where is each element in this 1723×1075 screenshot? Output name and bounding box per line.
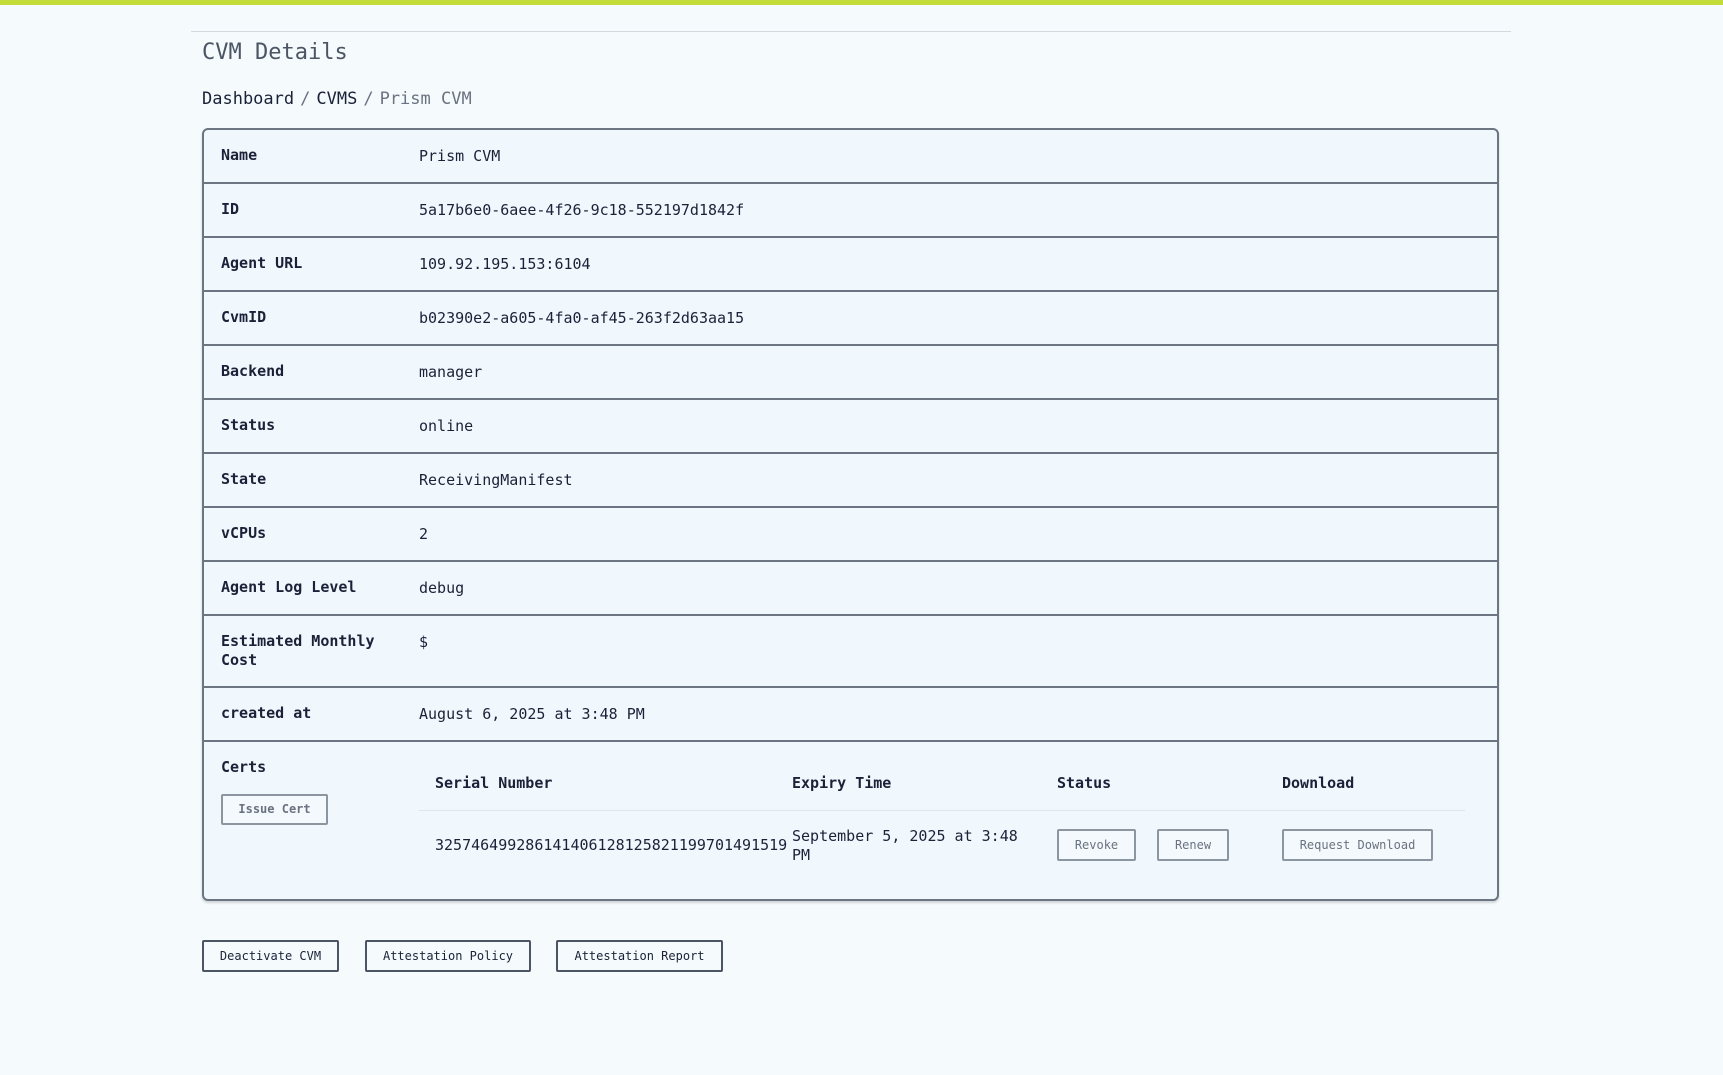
detail-label: Estimated Monthly Cost (221, 632, 375, 669)
detail-row-state: State ReceivingManifest (204, 452, 1497, 506)
detail-row-agent-url: Agent URL 109.92.195.153:6104 (204, 236, 1497, 290)
cert-expiry: September 5, 2025 at 3:48 PM (792, 827, 1018, 864)
column-header-serial: Serial Number (435, 774, 553, 792)
detail-label: created at (221, 704, 312, 722)
header-divider (191, 31, 1511, 32)
detail-value: online (419, 417, 474, 435)
detail-label: CvmID (221, 308, 267, 326)
detail-label: Name (221, 146, 258, 164)
detail-row-name: Name Prism CVM (204, 130, 1497, 182)
column-header-expiry: Expiry Time (792, 774, 892, 792)
detail-label: Status (221, 416, 276, 434)
revoke-button[interactable]: Revoke (1057, 829, 1136, 861)
detail-value: August 6, 2025 at 3:48 PM (419, 705, 645, 723)
issue-cert-button[interactable]: Issue Cert (221, 794, 328, 825)
detail-value: $ (419, 633, 429, 651)
cvm-details-card: Name Prism CVM ID 5a17b6e0-6aee-4f26-9c1… (202, 128, 1499, 901)
certs-table-header: Serial Number Expiry Time Status Downloa… (419, 774, 1465, 811)
certs-table: Serial Number Expiry Time Status Downloa… (419, 742, 1497, 899)
detail-value: manager (419, 363, 483, 381)
breadcrumb: Dashboard / CVMS / Prism CVM (202, 89, 472, 109)
cert-serial: 325746499286141406128125821199701491519 (435, 836, 788, 854)
detail-row-agent-log-level: Agent Log Level debug (204, 560, 1497, 614)
detail-value: ReceivingManifest (419, 471, 573, 489)
attestation-policy-button[interactable]: Attestation Policy (365, 940, 531, 972)
certs-label: Certs (221, 758, 267, 776)
detail-value: Prism CVM (419, 147, 501, 165)
column-header-status: Status (1057, 774, 1112, 792)
breadcrumb-dashboard-link[interactable]: Dashboard (202, 89, 294, 109)
page-title: CVM Details (202, 40, 348, 65)
detail-label: Backend (221, 362, 285, 380)
breadcrumb-current: Prism CVM (379, 89, 472, 109)
detail-value: 109.92.195.153:6104 (419, 255, 591, 273)
request-download-button[interactable]: Request Download (1282, 829, 1433, 861)
detail-label: State (221, 470, 267, 488)
renew-button[interactable]: Renew (1157, 829, 1229, 861)
detail-label: vCPUs (221, 524, 267, 542)
breadcrumb-separator: / (300, 89, 311, 109)
attestation-report-button[interactable]: Attestation Report (556, 940, 723, 972)
detail-value: 2 (419, 525, 429, 543)
top-accent-bar (0, 0, 1723, 5)
detail-row-status: Status online (204, 398, 1497, 452)
detail-label: Agent Log Level (221, 578, 357, 596)
detail-label: Agent URL (221, 254, 303, 272)
detail-value: b02390e2-a605-4fa0-af45-263f2d63aa15 (419, 309, 745, 327)
breadcrumb-separator: / (363, 89, 374, 109)
detail-row-backend: Backend manager (204, 344, 1497, 398)
certs-label-cell: Certs Issue Cert (204, 742, 419, 899)
detail-row-id: ID 5a17b6e0-6aee-4f26-9c18-552197d1842f (204, 182, 1497, 236)
detail-row-vcpus: vCPUs 2 (204, 506, 1497, 560)
detail-value: debug (419, 579, 465, 597)
detail-label: ID (221, 200, 240, 218)
breadcrumb-cvms-link[interactable]: CVMS (316, 89, 357, 109)
column-header-download: Download (1282, 774, 1355, 792)
detail-row-created-at: created at August 6, 2025 at 3:48 PM (204, 686, 1497, 740)
detail-row-cvmid: CvmID b02390e2-a605-4fa0-af45-263f2d63aa… (204, 290, 1497, 344)
detail-row-estimated-cost: Estimated Monthly Cost $ (204, 614, 1497, 686)
detail-value: 5a17b6e0-6aee-4f26-9c18-552197d1842f (419, 201, 745, 219)
deactivate-cvm-button[interactable]: Deactivate CVM (202, 940, 339, 972)
detail-row-certs: Certs Issue Cert Serial Number Expiry Ti… (204, 740, 1497, 899)
